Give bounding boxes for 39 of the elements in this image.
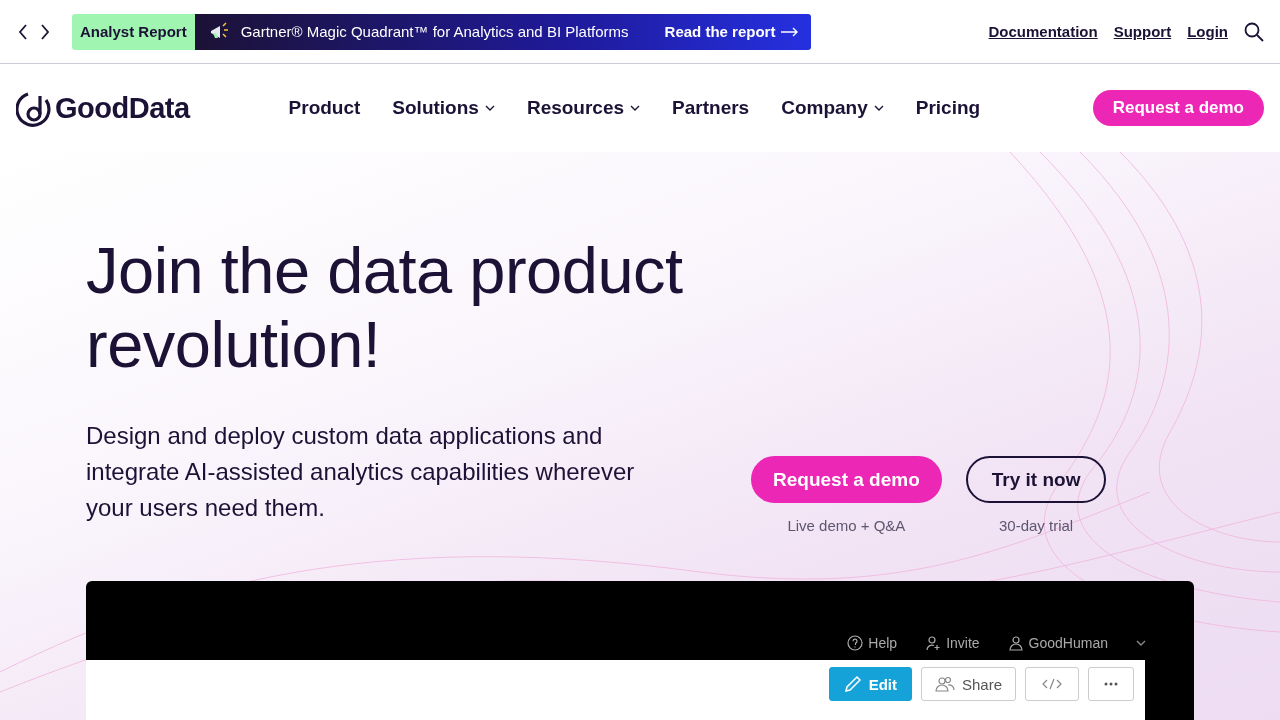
nav-item[interactable]: Product xyxy=(288,97,361,119)
arrow-right-icon xyxy=(781,26,800,37)
nav-item[interactable]: Pricing xyxy=(915,97,981,119)
button-note: Live demo + Q&A xyxy=(787,517,906,534)
nav-item[interactable]: Solutions xyxy=(392,97,495,119)
chevron-down-icon xyxy=(484,105,495,111)
hero-title: Join the data product revolution! xyxy=(86,234,684,382)
help-icon xyxy=(847,635,864,651)
chevron-left-icon[interactable] xyxy=(18,23,28,40)
more-icon xyxy=(1104,682,1118,686)
code-icon xyxy=(1042,678,1062,690)
utility-link[interactable]: Login xyxy=(1187,23,1228,40)
announcement-tag: Analyst Report xyxy=(72,13,195,50)
brand-name[interactable]: GoodData xyxy=(55,91,190,125)
request-demo-button[interactable]: Request a demo xyxy=(751,456,942,503)
nav-item[interactable]: Company xyxy=(781,97,884,119)
request-demo-button[interactable]: Request a demo xyxy=(1092,90,1264,126)
app-header-link[interactable]: GoodHuman xyxy=(1007,635,1108,651)
hero-subtitle: Design and deploy custom data applications and integrate AI-assisted analytics capabilities wherever your users need them. xyxy=(86,421,636,523)
chevron-down-icon xyxy=(630,105,641,111)
read-report-link[interactable]: Read the report xyxy=(664,23,800,40)
person-plus-icon xyxy=(925,635,942,651)
people-icon xyxy=(934,676,955,692)
share-button[interactable]: Share xyxy=(920,667,1016,701)
pencil-icon xyxy=(843,675,862,693)
nav-item[interactable]: Partners xyxy=(672,97,750,119)
utility-link[interactable]: Support xyxy=(1113,23,1172,40)
app-header-link[interactable]: Help xyxy=(847,635,898,651)
app-header-link[interactable]: Invite xyxy=(925,635,980,651)
try-now-button[interactable]: Try it now xyxy=(965,456,1107,503)
utility-link[interactable]: Documentation xyxy=(988,23,1098,40)
chevron-down-icon xyxy=(1136,640,1146,646)
announcement-text: Gartner® Magic Quadrant™ for Analytics and BI Platforms xyxy=(240,23,629,40)
button-note: 30-day trial xyxy=(999,517,1074,534)
search-icon[interactable] xyxy=(1244,21,1264,42)
nav-item[interactable]: Resources xyxy=(526,97,641,119)
user-icon xyxy=(1007,635,1024,651)
chevron-right-icon[interactable] xyxy=(40,23,50,40)
chevron-down-icon xyxy=(873,105,884,111)
